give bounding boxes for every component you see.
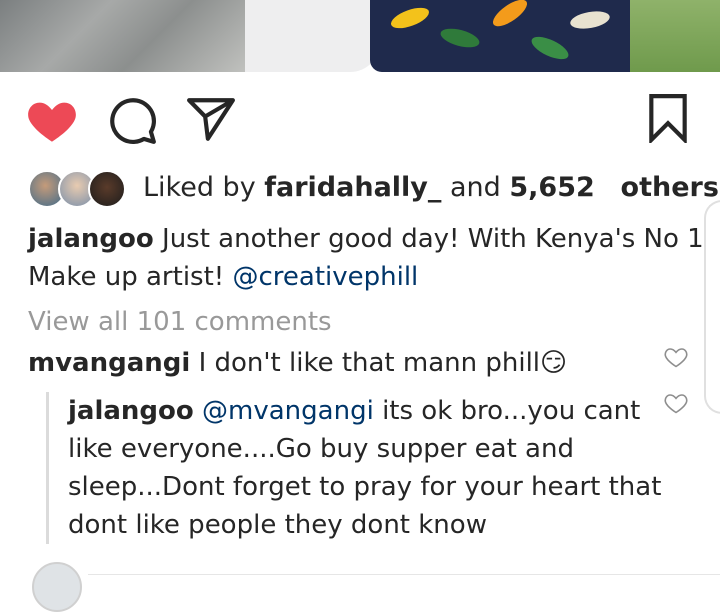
heart-outline-icon[interactable] bbox=[664, 392, 688, 414]
view-all-comments-link[interactable]: View all 101 comments bbox=[28, 304, 332, 340]
reply-mention[interactable]: @mvangangi bbox=[202, 396, 374, 426]
paper-plane-icon[interactable] bbox=[186, 96, 236, 142]
post-photo[interactable] bbox=[0, 0, 720, 72]
divider bbox=[88, 574, 720, 575]
heart-outline-icon[interactable] bbox=[664, 346, 688, 368]
likes-others[interactable]: others bbox=[621, 172, 719, 203]
next-post-header bbox=[0, 560, 720, 612]
likes-summary[interactable]: Liked by faridahally_ and 5,652 others bbox=[28, 168, 719, 208]
comment-bubble-icon[interactable] bbox=[108, 96, 158, 146]
photo-person-floral-shirt bbox=[370, 0, 630, 72]
liker-username[interactable]: faridahally_ bbox=[264, 172, 441, 203]
likes-and: and bbox=[450, 172, 501, 203]
likes-text: Liked by faridahally_ and 5,652 others bbox=[143, 170, 719, 206]
bookmark-icon[interactable] bbox=[646, 93, 690, 143]
photo-greenery-area bbox=[620, 0, 720, 72]
comment: mvangangi I don't like that mann phill😏 bbox=[28, 344, 648, 382]
heart-filled-icon[interactable] bbox=[26, 96, 78, 144]
likes-count[interactable]: 5,652 bbox=[509, 172, 594, 203]
likes-prefix: Liked by bbox=[143, 172, 256, 203]
liker-avatars bbox=[28, 170, 128, 208]
overlay-edge bbox=[704, 200, 720, 414]
reply-username[interactable]: jalangoo bbox=[68, 396, 194, 426]
comment-username[interactable]: mvangangi bbox=[28, 348, 190, 378]
photo-person-white-shirt bbox=[245, 0, 380, 72]
comment-text: I don't like that mann phill bbox=[198, 348, 541, 378]
avatar[interactable] bbox=[32, 562, 82, 612]
caption-mention[interactable]: @creativephill bbox=[232, 262, 418, 292]
post-caption: jalangoo Just another good day! With Ken… bbox=[28, 220, 708, 296]
comment-emoji: 😏 bbox=[540, 348, 568, 378]
photo-rock-area bbox=[0, 0, 250, 72]
post-actions-bar bbox=[0, 90, 720, 148]
caption-username[interactable]: jalangoo bbox=[28, 224, 154, 254]
avatar bbox=[88, 170, 126, 208]
comment-reply: jalangoo @mvangangi its ok bro...you can… bbox=[46, 392, 668, 544]
